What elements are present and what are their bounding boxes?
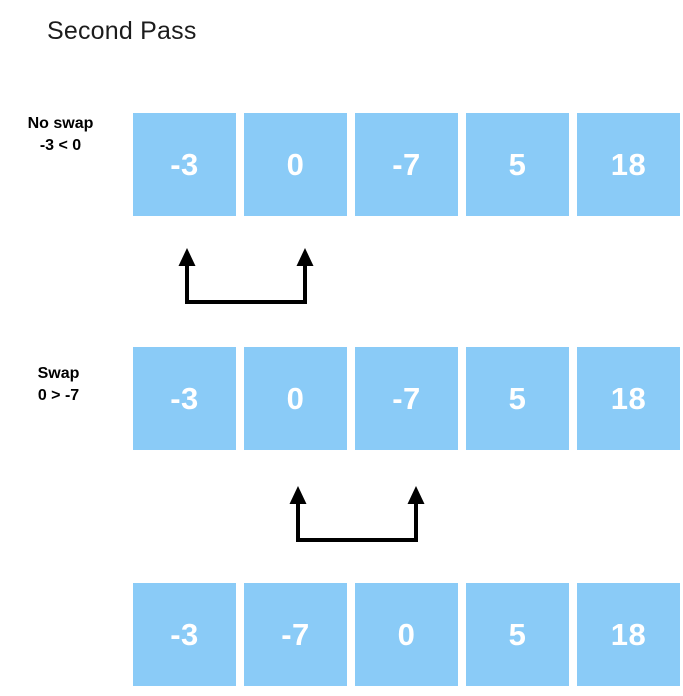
array-cell-value: -7 <box>392 147 421 182</box>
array-cell-value: 5 <box>508 381 527 416</box>
array-cell-value: -3 <box>170 147 199 182</box>
array-cell-value: 0 <box>286 381 305 416</box>
array-cell: 0 <box>244 347 347 450</box>
diagram-canvas: Second Pass No swap -3 < 0 Swap 0 > -7 -… <box>0 0 683 696</box>
array-cell-value: -7 <box>392 381 421 416</box>
array-cell: 0 <box>244 113 347 216</box>
array-cell: 5 <box>466 113 569 216</box>
comparison-arrow-group-1 <box>170 240 330 312</box>
array-cell-value: 18 <box>610 617 647 652</box>
row-2-label-line-2: 0 > -7 <box>37 387 80 404</box>
array-row-1: -3 0 -7 5 18 <box>133 113 680 216</box>
array-cell-value: 18 <box>610 147 647 182</box>
array-cell: -7 <box>355 113 458 216</box>
row-1-label-line-1: No swap <box>27 115 94 132</box>
array-cell: -7 <box>244 583 347 686</box>
array-cell-value: -3 <box>170 381 199 416</box>
array-cell: 18 <box>577 113 680 216</box>
array-cell: 18 <box>577 583 680 686</box>
array-cell: -3 <box>133 583 236 686</box>
array-cell-value: 18 <box>610 381 647 416</box>
array-cell-value: 0 <box>286 147 305 182</box>
array-row-3: -3 -7 0 5 18 <box>133 583 680 686</box>
array-cell: -3 <box>133 113 236 216</box>
array-cell-value: -7 <box>281 617 310 652</box>
row-1-comparison-label: No swap -3 < 0 <box>0 113 123 157</box>
array-cell-value: 5 <box>508 147 527 182</box>
array-cell: 0 <box>355 583 458 686</box>
array-cell-value: 5 <box>508 617 527 652</box>
array-cell: -7 <box>355 347 458 450</box>
array-row-2: -3 0 -7 5 18 <box>133 347 680 450</box>
row-2-comparison-label: Swap 0 > -7 <box>0 363 121 407</box>
array-cell: -3 <box>133 347 236 450</box>
row-1-label-line-2: -3 < 0 <box>39 137 82 154</box>
array-cell-value: -3 <box>170 617 199 652</box>
array-cell: 18 <box>577 347 680 450</box>
array-cell: 5 <box>466 347 569 450</box>
array-cell-value: 0 <box>397 617 416 652</box>
comparison-arrow-group-2 <box>281 478 441 550</box>
page-title: Second Pass <box>47 17 197 45</box>
comparison-arrow-icon <box>289 486 425 542</box>
comparison-arrow-icon <box>178 248 314 304</box>
row-2-label-line-1: Swap <box>37 365 80 382</box>
array-cell: 5 <box>466 583 569 686</box>
